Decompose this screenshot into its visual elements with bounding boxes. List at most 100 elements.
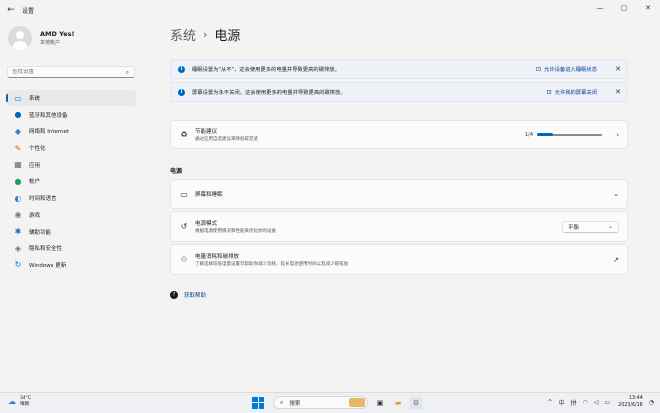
energy-carbon-card[interactable]: ♲ 电量消耗和碳排放 了解选择较低电量设置可帮助你减少功耗、延长电池使用时间以及… bbox=[170, 244, 628, 275]
sidebar-item-label: 应用 bbox=[29, 162, 41, 169]
settings-app-icon[interactable]: ⚙ bbox=[410, 396, 422, 409]
maximize-button[interactable]: ▢ bbox=[612, 0, 636, 16]
close-button[interactable]: ✕ bbox=[636, 0, 660, 16]
breadcrumb-separator: › bbox=[203, 28, 208, 41]
weather-icon: ☁ bbox=[8, 397, 16, 406]
get-help-link[interactable]: ? 获取帮助 bbox=[170, 291, 206, 299]
battery-icon[interactable]: ▭ bbox=[604, 399, 610, 406]
app-title: 设置 bbox=[22, 7, 35, 15]
sidebar-item-label: 蓝牙和其他设备 bbox=[29, 112, 68, 119]
breadcrumb-parent[interactable]: 系统 bbox=[170, 25, 196, 44]
dropdown-value: 平衡 bbox=[568, 224, 580, 231]
language-indicator[interactable]: 中 bbox=[559, 398, 565, 407]
bluetooth-icon: ● bbox=[14, 110, 22, 120]
dismiss-icon[interactable]: ✕ bbox=[615, 88, 621, 96]
sidebar-item-label: 帐户 bbox=[29, 179, 41, 186]
sidebar-item[interactable]: ● 帐户 bbox=[6, 173, 136, 189]
sidebar-item[interactable]: ↻ Windows 更新 bbox=[6, 257, 136, 273]
chevron-down-icon: ⌄ bbox=[607, 223, 613, 230]
dismiss-icon[interactable]: ✕ bbox=[615, 65, 621, 73]
energy-recommendations-icon: ♻ bbox=[180, 130, 188, 139]
progress-fill bbox=[537, 133, 554, 136]
back-arrow-icon[interactable]: ← bbox=[1, 0, 21, 20]
user-name: AMD Yes! bbox=[40, 30, 75, 38]
sidebar-nav: ▭ 系统 ● 蓝牙和其他设备 ◆ 网络和 Internet ✎ 个性化 ▦ 应用 ● 帐户 ◐ 时间和语言… bbox=[6, 90, 136, 274]
power-mode-icon: ↺ bbox=[180, 222, 188, 231]
link-label: 允许设备进入睡眠状态 bbox=[544, 67, 597, 73]
progress-bar bbox=[537, 133, 602, 136]
sidebar-item[interactable]: ◈ 隐私和安全性 bbox=[6, 240, 136, 256]
screen-link-icon: ⊡ bbox=[546, 88, 552, 96]
link-label: 允许我的屏幕关闭 bbox=[554, 90, 597, 96]
section-title: 电源 bbox=[170, 168, 183, 175]
sidebar-item-label: 辅助功能 bbox=[29, 229, 52, 236]
sidebar-item[interactable]: ◐ 时间和语言 bbox=[6, 190, 136, 206]
account-type: 本地帐户 bbox=[40, 40, 61, 46]
card-title: 电源模式 bbox=[195, 220, 218, 227]
search-icon: ⌕ bbox=[280, 398, 284, 406]
system-tray: ^ 中 拼 ◠ ◁ ▭ 13:44 2023/6/18 ◔ bbox=[542, 396, 654, 409]
power-mode-dropdown[interactable]: 平衡 ⌄ bbox=[562, 220, 619, 233]
user-profile[interactable]: AMD Yes! 本地帐户 bbox=[8, 26, 75, 50]
sidebar-item[interactable]: ✎ 个性化 bbox=[6, 140, 136, 156]
sidebar-item[interactable]: ▦ 应用 bbox=[6, 157, 136, 173]
clock[interactable]: 13:44 2023/6/18 bbox=[618, 396, 643, 409]
windows-start-icon[interactable] bbox=[252, 396, 264, 409]
search-highlight-image bbox=[349, 398, 365, 407]
chevron-up-icon[interactable]: ^ bbox=[548, 399, 553, 406]
sidebar-item[interactable]: ▭ 系统 bbox=[6, 90, 136, 106]
input-mode-indicator[interactable]: 拼 bbox=[571, 398, 577, 407]
wifi-icon[interactable]: ◠ bbox=[583, 399, 588, 406]
info-text: 屏幕设置为永不关闭。这会使用更多的电量并导致更高的碳排放。 bbox=[192, 90, 346, 96]
file-explorer-icon[interactable]: ▬ bbox=[392, 397, 404, 409]
chevron-down-icon[interactable]: ⌄ bbox=[613, 190, 619, 198]
accounts-icon: ● bbox=[14, 176, 22, 186]
sidebar-item-label: 游戏 bbox=[29, 212, 41, 219]
sidebar-item-label: 隐私和安全性 bbox=[29, 246, 63, 253]
sidebar-item-label: 时间和语言 bbox=[29, 196, 57, 203]
energy-carbon-icon: ♲ bbox=[180, 255, 188, 264]
taskbar-search[interactable]: ⌕ 搜索 bbox=[273, 396, 368, 409]
allow-screen-off-link[interactable]: ⊡ 允许我的屏幕关闭 bbox=[546, 88, 597, 97]
volume-icon[interactable]: ◁ bbox=[594, 399, 599, 406]
help-icon: ? bbox=[170, 291, 178, 299]
privacy-shield-icon: ◈ bbox=[14, 243, 22, 253]
progress-label: 1/4 bbox=[524, 131, 533, 138]
search-input[interactable] bbox=[8, 69, 118, 75]
network-icon: ◆ bbox=[14, 126, 22, 136]
card-description: 了解选择较低电量设置可帮助你减少功耗、延长电池使用时间以及减少碳排放 bbox=[195, 262, 348, 268]
sleep-info-bar: i 睡眠设置为"从不"，这会使用更多的电量并导致更高的碳排放。 ⊡ 允许设备进入睡… bbox=[170, 59, 628, 79]
card-description: 根据电源使用情况和性能来优化你的设备 bbox=[195, 229, 276, 235]
card-title: 电量消耗和碳排放 bbox=[195, 253, 240, 260]
date-text: 2023/6/18 bbox=[618, 402, 643, 408]
sidebar-item[interactable]: ◆ 网络和 Internet bbox=[6, 123, 136, 139]
external-link-icon: ↗ bbox=[613, 255, 619, 264]
card-title: 屏幕和睡眠 bbox=[195, 192, 223, 198]
sidebar-item[interactable]: ◉ 游戏 bbox=[6, 207, 136, 223]
search-icon[interactable]: ⌕ bbox=[126, 69, 129, 77]
minimize-button[interactable]: — bbox=[588, 0, 612, 16]
system-icon: ▭ bbox=[14, 93, 22, 103]
sidebar-item[interactable]: ✱ 辅助功能 bbox=[6, 224, 136, 240]
energy-recommendations-card[interactable]: ♻ 节能建议 通过应用自选建议来降低碳足迹 1/4 › bbox=[170, 120, 628, 149]
avatar bbox=[8, 26, 32, 50]
time-language-icon: ◐ bbox=[14, 193, 22, 203]
taskbar-search-label: 搜索 bbox=[289, 400, 301, 407]
power-mode-card: ↺ 电源模式 根据电源使用情况和性能来优化你的设备 平衡 ⌄ bbox=[170, 211, 628, 242]
screen-info-bar: i 屏幕设置为永不关闭。这会使用更多的电量并导致更高的碳排放。 ⊡ 允许我的屏幕关… bbox=[170, 82, 628, 102]
sidebar-item[interactable]: ● 蓝牙和其他设备 bbox=[6, 107, 136, 123]
screen-sleep-icon: ▭ bbox=[180, 189, 188, 199]
sidebar-item-label: 个性化 bbox=[29, 146, 46, 153]
card-description: 通过应用自选建议来降低碳足迹 bbox=[195, 137, 258, 143]
weather-desc: 晴朗 bbox=[20, 402, 29, 407]
notification-bell-icon[interactable]: ◔ bbox=[649, 399, 654, 406]
accessibility-icon: ✱ bbox=[14, 227, 22, 236]
sidebar-item-label: Windows 更新 bbox=[29, 262, 67, 269]
card-title: 节能建议 bbox=[195, 128, 218, 135]
info-icon: i bbox=[178, 88, 185, 96]
allow-sleep-link[interactable]: ⊡ 允许设备进入睡眠状态 bbox=[536, 65, 597, 74]
task-view-icon[interactable]: ▣ bbox=[374, 397, 386, 409]
screen-sleep-card[interactable]: ▭ 屏幕和睡眠 ⌄ bbox=[170, 179, 628, 209]
sidebar-item-label: 网络和 Internet bbox=[29, 129, 70, 136]
weather-widget[interactable]: ☁ 34°C 晴朗 bbox=[8, 396, 31, 407]
